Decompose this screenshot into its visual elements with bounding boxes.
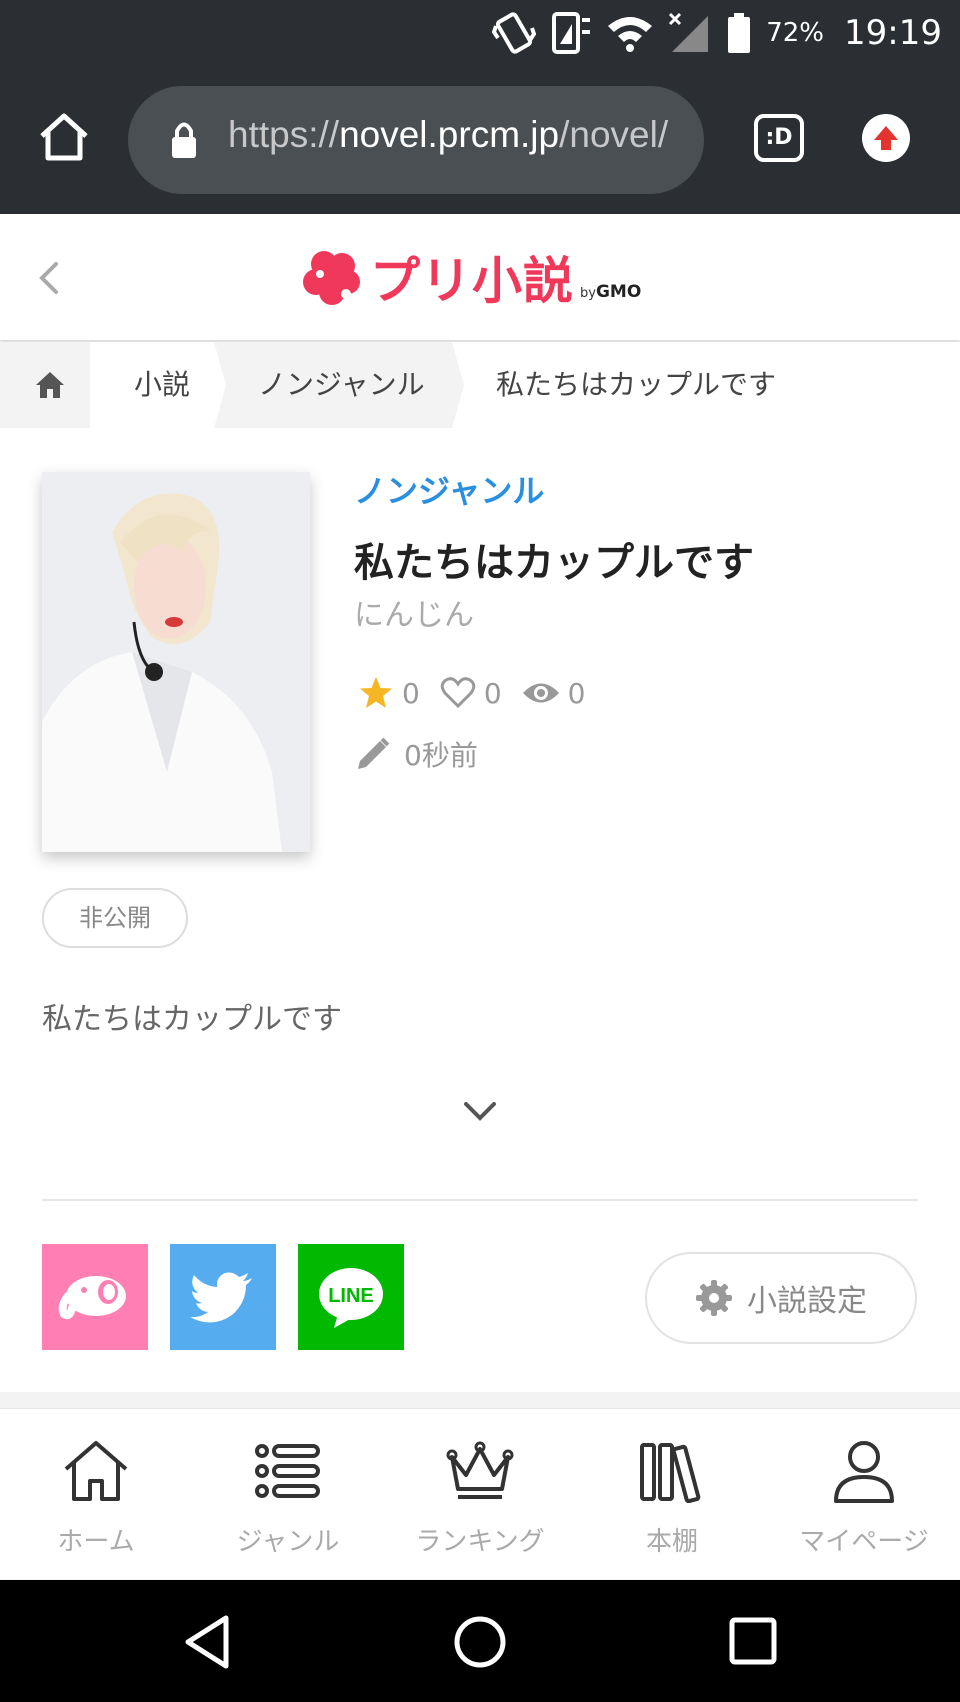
genre-link[interactable]: ノンジャンル <box>354 466 544 512</box>
novel-summary: 私たちはカップルです <box>42 1002 342 1037</box>
battery-percent: 72% <box>766 18 825 48</box>
novel-stats: 0 0 0 <box>358 676 605 710</box>
nav-label-mypage: マイページ <box>799 1527 929 1557</box>
back-chevron-icon[interactable] <box>34 258 64 298</box>
system-navigation-bar <box>0 1580 960 1702</box>
last-updated: 0秒前 <box>356 734 478 774</box>
like-count: 0 <box>440 677 502 710</box>
divider <box>42 1199 918 1201</box>
home-icon[interactable] <box>36 110 92 166</box>
line-icon: LINE <box>319 1268 383 1328</box>
nav-item-home[interactable]: ホーム <box>0 1409 192 1579</box>
share-twitter-button[interactable] <box>170 1244 276 1350</box>
author-name[interactable]: にんじん <box>354 590 474 634</box>
last-updated-value: 0秒前 <box>404 739 478 772</box>
arrow-up-icon <box>874 126 898 150</box>
nav-label-ranking: ランキング <box>415 1527 545 1557</box>
nav-item-bookshelf[interactable]: 本棚 <box>576 1409 768 1579</box>
cell-signal-icon <box>669 12 709 52</box>
pencil-icon <box>358 737 390 769</box>
tab-switcher-button[interactable]: :D <box>754 114 804 162</box>
nav-item-mypage[interactable]: マイページ <box>768 1409 960 1579</box>
home-circle-icon[interactable] <box>452 1614 508 1670</box>
view-count: 0 <box>522 676 586 710</box>
line-label: LINE <box>328 1285 374 1307</box>
url-text: https://novel.prcm.jp/novel/ <box>228 114 688 156</box>
cover-illustration <box>42 472 310 852</box>
battery-icon <box>728 13 751 53</box>
url-path: /novel/ <box>559 114 669 155</box>
house-icon <box>64 1441 128 1501</box>
novel-detail-card: ノンジャンル 私たちはカップルです にんじん 0 0 0 0秒前 非公開 私たち… <box>0 428 960 1392</box>
recents-square-icon[interactable] <box>728 1616 778 1666</box>
chevron-down-icon[interactable] <box>462 1100 498 1124</box>
breadcrumb-separator <box>214 342 226 428</box>
heart-icon <box>440 677 476 709</box>
logo-by: byGMO <box>580 282 641 302</box>
nav-item-genre[interactable]: ジャンル <box>192 1409 384 1579</box>
breadcrumb-home-icon[interactable] <box>34 370 66 400</box>
logo-by-label: by <box>580 286 596 301</box>
share-prcm-button[interactable] <box>42 1244 148 1350</box>
clock: 19:19 <box>844 13 942 53</box>
eye-icon <box>522 683 559 703</box>
breadcrumb-item-genre[interactable]: ノンジャンル <box>258 342 425 428</box>
phone-signal-icon <box>552 12 591 54</box>
vibrate-icon <box>492 12 537 54</box>
visibility-badge: 非公開 <box>42 888 188 948</box>
star-count: 0 <box>358 676 420 710</box>
view-count-value: 0 <box>567 676 586 710</box>
list-icon <box>255 1444 320 1498</box>
elephant-icon <box>58 1276 126 1320</box>
star-icon <box>360 677 392 708</box>
bottom-navigation: ホーム ジャンル ランキング 本棚 マイページ <box>0 1408 960 1579</box>
crown-icon <box>446 1441 514 1499</box>
nav-label-bookshelf: 本棚 <box>645 1527 698 1557</box>
bookshelf-icon <box>640 1443 701 1503</box>
wifi-icon <box>608 17 653 52</box>
browser-toolbar: https://novel.prcm.jp/novel/ :D <box>0 66 960 214</box>
address-bar[interactable]: https://novel.prcm.jp/novel/ <box>128 86 704 194</box>
nav-item-ranking[interactable]: ランキング <box>384 1409 576 1579</box>
twitter-bird-icon <box>190 1272 252 1323</box>
logo-company: GMO <box>595 282 642 302</box>
share-line-button[interactable]: LINE <box>298 1244 404 1350</box>
novel-title: 私たちはカップルです <box>354 540 754 586</box>
logo-text: プリ小説 <box>370 252 574 310</box>
user-icon <box>834 1441 894 1503</box>
breadcrumb-item-current: 私たちはカップルです <box>496 368 777 401</box>
lock-icon <box>172 122 196 158</box>
like-count-value: 0 <box>483 676 502 710</box>
status-bar: 72% 19:19 <box>0 0 960 66</box>
site-header: プリ小説 byGMO <box>0 214 960 340</box>
back-triangle-icon[interactable] <box>182 1614 234 1670</box>
nav-label-home: ホーム <box>57 1527 135 1557</box>
site-logo[interactable]: プリ小説 byGMO <box>302 244 641 310</box>
status-icons: 72% 19:19 <box>492 10 942 56</box>
novel-settings-label: 小説設定 <box>747 1284 867 1319</box>
breadcrumb: 小説 ノンジャンル 私たちはカップルです <box>0 342 960 428</box>
flower-logo-icon <box>303 251 360 305</box>
url-prefix: https:// <box>228 114 340 155</box>
gear-icon <box>696 1280 732 1316</box>
update-button[interactable] <box>862 114 910 162</box>
breadcrumb-separator <box>452 342 492 428</box>
novel-settings-button[interactable]: 小説設定 <box>645 1252 917 1344</box>
star-count-value: 0 <box>402 676 420 710</box>
breadcrumb-item-novels[interactable]: 小説 <box>134 342 190 428</box>
nav-label-genre: ジャンル <box>236 1527 340 1557</box>
novel-cover-image[interactable] <box>42 472 310 852</box>
url-domain: novel.prcm.jp <box>339 114 560 155</box>
